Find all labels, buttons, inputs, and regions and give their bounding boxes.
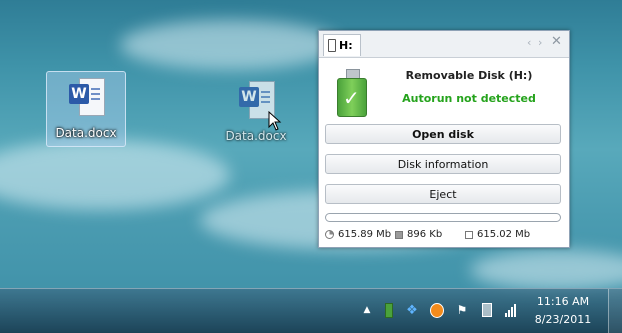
signal-bars-icon[interactable] bbox=[503, 303, 517, 317]
stat-used-value: 896 Kb bbox=[407, 229, 443, 240]
cloud bbox=[0, 140, 230, 210]
usb-drive-icon[interactable] bbox=[382, 302, 396, 318]
desktop-file-icon[interactable]: W Data.docx bbox=[217, 75, 295, 149]
usb-disk-panel: H: ‹ › ✕ ✓ Removable Disk (H:) Autorun n… bbox=[318, 30, 570, 248]
eject-button[interactable]: Eject bbox=[325, 184, 561, 204]
chevron-up-icon[interactable]: ▲ bbox=[360, 303, 374, 317]
disk-information-button[interactable]: Disk information bbox=[325, 154, 561, 174]
disk-stats: 615.89 Mb 896 Kb 615.02 Mb bbox=[325, 229, 565, 243]
disk-title: Removable Disk (H:) bbox=[405, 69, 533, 82]
avast-icon[interactable] bbox=[430, 302, 444, 318]
usb-drive-icon bbox=[328, 39, 336, 52]
taskbar: ▲ ❖ ⚑ 11:16 AM 8/23/2011 bbox=[0, 288, 622, 333]
word-document-icon: W bbox=[69, 78, 105, 120]
show-desktop-button[interactable] bbox=[608, 289, 622, 333]
close-icon[interactable]: ✕ bbox=[551, 34, 562, 49]
usb-drive-icon: ✓ bbox=[337, 69, 367, 117]
stat-free: 615.02 Mb bbox=[465, 229, 530, 240]
checkmark-icon: ✓ bbox=[343, 86, 360, 110]
stat-total-value: 615.89 Mb bbox=[338, 229, 392, 240]
pie-chart-icon bbox=[325, 230, 334, 239]
dropbox-icon[interactable]: ❖ bbox=[405, 303, 419, 318]
desktop-file-icon[interactable]: W Data.docx bbox=[46, 71, 126, 147]
next-icon[interactable]: › bbox=[538, 36, 542, 49]
clock-time: 11:16 AM bbox=[536, 295, 590, 308]
free-legend-icon bbox=[465, 230, 473, 239]
mouse-cursor-icon bbox=[268, 111, 282, 131]
stat-total: 615.89 Mb bbox=[325, 229, 391, 240]
system-clock[interactable]: 11:16 AM 8/23/2011 bbox=[528, 293, 598, 329]
used-legend-icon bbox=[395, 230, 403, 239]
tab-drive-label: H: bbox=[339, 39, 353, 52]
stat-free-value: 615.02 Mb bbox=[477, 229, 531, 240]
tab-drive[interactable]: H: bbox=[323, 34, 361, 56]
prev-icon[interactable]: ‹ bbox=[527, 36, 531, 49]
panel-tabbar: H: ‹ › ✕ bbox=[319, 31, 569, 58]
flag-icon[interactable]: ⚑ bbox=[455, 303, 469, 317]
desktop-file-label: Data.docx bbox=[225, 129, 287, 143]
autorun-status: Autorun not detected bbox=[402, 92, 536, 105]
clock-date: 8/23/2011 bbox=[534, 313, 592, 326]
cloud bbox=[120, 20, 340, 70]
stat-used: 896 Kb bbox=[395, 229, 442, 240]
desktop-file-label: Data.docx bbox=[55, 126, 117, 140]
disk-usage-bar bbox=[325, 213, 561, 222]
battery-icon[interactable] bbox=[480, 303, 494, 317]
cloud bbox=[470, 250, 622, 290]
open-disk-button[interactable]: Open disk bbox=[325, 124, 561, 144]
